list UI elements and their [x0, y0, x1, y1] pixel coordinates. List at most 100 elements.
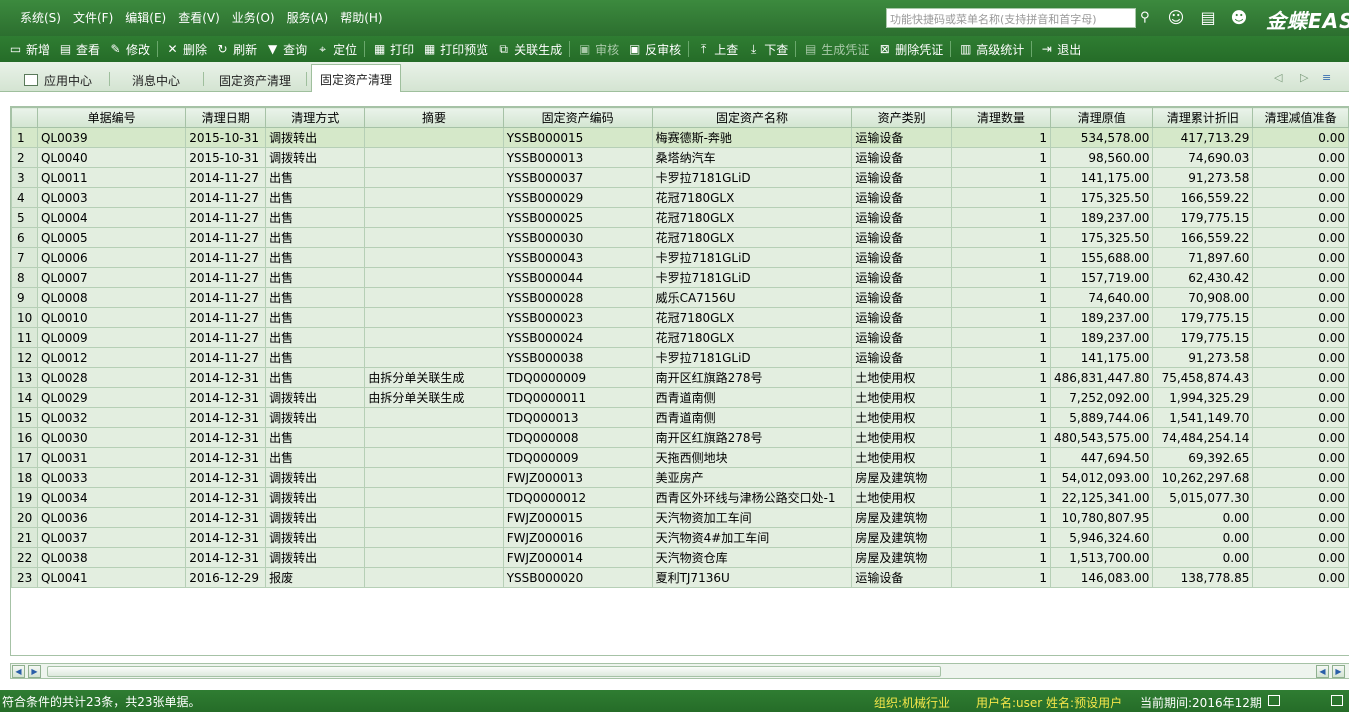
table-cell: QL0032 [36, 407, 187, 428]
toolbar-button[interactable]: ⊠ 删除凭证 [873, 38, 947, 60]
table-row[interactable]: 12 QL0012 2014-11-27 出售 YSSB000038 卡罗拉7181GLi… [11, 347, 1349, 368]
toolbar-button[interactable]: ✕ 删除 [161, 38, 211, 60]
column-header[interactable]: 清理累计折旧 [1152, 107, 1254, 128]
message-icon[interactable]: ▤ [1198, 8, 1218, 28]
table-cell: 0.00 [1252, 467, 1349, 488]
table-row[interactable]: 20 QL0036 2014-12-31 调拨转出 FWJZ000015 天汽物资加工车间… [11, 507, 1349, 528]
table-cell: 0.00 [1252, 127, 1349, 148]
table-cell: 2014-11-27 [185, 287, 267, 308]
table-cell: 南开区红旗路278号 [651, 427, 853, 448]
table-cell: 1 [950, 147, 1052, 168]
table-cell: 1 [950, 247, 1052, 268]
table-row[interactable]: 6 QL0005 2014-11-27 出售 YSSB000030 花冠7180GLX 运输… [11, 227, 1349, 248]
toolbar-button[interactable]: ⧉ 关联生成 [492, 38, 566, 60]
toolbar-button-label: 刷新 [233, 42, 258, 57]
scroll-right-first-icon[interactable]: ▶ [28, 665, 41, 678]
tab-next-icon[interactable]: ▷ [1300, 71, 1308, 84]
scroll-thumb[interactable] [47, 666, 941, 677]
row-number: 9 [11, 287, 38, 308]
table-row[interactable]: 14 QL0029 2014-12-31 调拨转出 由拆分单关联生成 TDQ0000011… [11, 387, 1349, 408]
toolbar-button[interactable]: ⌖ 定位 [311, 38, 361, 60]
column-header[interactable]: 清理数量 [950, 107, 1052, 128]
toolbar-button[interactable]: ⤒ 上查 [692, 38, 742, 60]
column-header[interactable]: 固定资产名称 [651, 107, 853, 128]
table-row[interactable]: 18 QL0033 2014-12-31 调拨转出 FWJZ000013 美亚房产 房屋及建… [11, 467, 1349, 488]
table-row[interactable]: 16 QL0030 2014-12-31 出售 TDQ000008 南开区红旗路278号土… [11, 427, 1349, 448]
tab-label: 消息中心 [132, 74, 181, 88]
table-row[interactable]: 19 QL0034 2014-12-31 调拨转出 TDQ0000012 西青区外环线与津… [11, 487, 1349, 508]
table-cell: QL0038 [36, 547, 187, 568]
table-row[interactable]: 2 QL0040 2015-10-31 调拨转出 YSSB000013 桑塔纳汽车 运输设备… [11, 147, 1349, 168]
tab-fixed-asset-clearance-1[interactable]: 固定资产清理 [219, 67, 291, 92]
column-header[interactable]: 清理方式 [265, 107, 366, 128]
table-cell: 2014-12-31 [185, 507, 267, 528]
menu-item[interactable]: 帮助(H) [334, 9, 388, 26]
table-row[interactable]: 5 QL0004 2014-11-27 出售 YSSB000025 花冠7180GLX 运输… [11, 207, 1349, 228]
toolbar-button[interactable]: ▼ 查询 [261, 38, 311, 60]
tab-prev-icon[interactable]: ◁ [1274, 71, 1282, 84]
table-row[interactable]: 3 QL0011 2014-11-27 出售 YSSB000037 卡罗拉7181GLiD… [11, 167, 1349, 188]
table-row[interactable]: 17 QL0031 2014-12-31 出售 TDQ000009 天拖西侧地块 土地使用权… [11, 447, 1349, 468]
column-header[interactable]: 单据编号 [36, 107, 187, 128]
table-row[interactable]: 22 QL0038 2014-12-31 调拨转出 FWJZ000014 天汽物资仓库 房屋… [11, 547, 1349, 568]
user-avatar-icon[interactable]: ☻ [1229, 8, 1249, 28]
toolbar-button[interactable]: ▣ 审核 [573, 38, 623, 60]
table-row[interactable]: 23 QL0041 2016-12-29 报废 YSSB000020 夏利TJ7136U 运… [11, 567, 1349, 588]
menu-item[interactable]: 文件(F) [67, 9, 119, 26]
smiley-icon[interactable]: ☺ [1166, 8, 1186, 28]
table-row[interactable]: 4 QL0003 2014-11-27 出售 YSSB000029 花冠7180GLX 运输… [11, 187, 1349, 208]
toolbar-button[interactable]: ✎ 修改 [104, 38, 154, 60]
menu-item[interactable]: 查看(V) [172, 9, 226, 26]
column-header[interactable]: 清理减值准备 [1252, 107, 1349, 128]
toolbar-button[interactable]: ▤ 生成凭证 [799, 38, 873, 60]
search-icon[interactable]: ⚲ [1140, 10, 1154, 25]
table-row[interactable]: 11 QL0009 2014-11-27 出售 YSSB000024 花冠7180GLX 运… [11, 327, 1349, 348]
toolbar-separator [1031, 41, 1033, 57]
function-search-input[interactable]: 功能快捷码或菜单名称(支持拼音和首字母) [886, 8, 1136, 28]
table-cell: 1,541,149.70 [1152, 407, 1254, 428]
horizontal-scrollbar[interactable]: ◀ ▶ ◀ ▶ [10, 663, 1349, 679]
column-header[interactable]: 清理原值 [1050, 107, 1154, 128]
toolbar-button[interactable]: ⤓ 下查 [742, 38, 792, 60]
column-header[interactable]: 清理日期 [185, 107, 267, 128]
tab-message-center[interactable]: 消息中心 [132, 67, 180, 92]
column-header[interactable] [11, 107, 38, 128]
menu-item[interactable]: 编辑(E) [119, 9, 172, 26]
scroll-left-first-icon[interactable]: ◀ [12, 665, 25, 678]
tab-fixed-asset-clearance-active[interactable]: 固定资产清理 [311, 64, 402, 92]
menu-item[interactable]: 业务(O) [226, 9, 281, 26]
table-row[interactable]: 8 QL0007 2014-11-27 出售 YSSB000044 卡罗拉7181GLiD… [11, 267, 1349, 288]
menu-item[interactable]: 系统(S) [14, 9, 67, 26]
table-row[interactable]: 7 QL0006 2014-11-27 出售 YSSB000043 卡罗拉7181GLiD… [11, 247, 1349, 268]
calendar-icon[interactable] [1268, 695, 1280, 706]
column-header[interactable]: 固定资产编码 [502, 107, 653, 128]
table-row[interactable]: 21 QL0037 2014-12-31 调拨转出 FWJZ000016 天汽物资4#加工… [11, 527, 1349, 548]
menu-item[interactable]: 服务(A) [281, 9, 335, 26]
tab-bar: 应用中心 消息中心 固定资产清理 固定资产清理 ◁ ▷ ≡ [0, 62, 1349, 92]
table-row[interactable]: 10 QL0010 2014-11-27 出售 YSSB000023 花冠7180GLX 运… [11, 307, 1349, 328]
table-row[interactable]: 1 QL0039 2015-10-31 调拨转出 YSSB000015 梅赛德斯-奔驰 运输… [11, 127, 1349, 148]
scroll-left-icon[interactable]: ◀ [1316, 665, 1329, 678]
table-header-row: 单据编号 清理日期 清理方式 摘要 固定资产编码 固定资产名称 资产类别 清理数量 清理原值 清理… [11, 107, 1349, 128]
toolbar-button[interactable]: ⇥ 退出 [1035, 38, 1085, 60]
tab-application-center[interactable]: 应用中心 [24, 67, 92, 92]
table-cell: 0.00 [1252, 327, 1349, 348]
tab-list-icon[interactable]: ≡ [1322, 71, 1331, 84]
scroll-right-icon[interactable]: ▶ [1332, 665, 1345, 678]
column-header[interactable]: 资产类别 [851, 107, 952, 128]
toolbar-button[interactable]: ▦ 打印 [368, 38, 418, 60]
column-header[interactable]: 摘要 [364, 107, 504, 128]
layout-icon[interactable] [1331, 695, 1343, 706]
row-number: 23 [11, 567, 38, 588]
toolbar-button[interactable]: ↻ 刷新 [211, 38, 261, 60]
toolbar-button[interactable]: ▣ 反审核 [623, 38, 685, 60]
toolbar-button[interactable]: ▦ 打印预览 [418, 38, 492, 60]
exit-icon: ⇥ [1041, 41, 1052, 56]
table-row[interactable]: 13 QL0028 2014-12-31 出售 由拆分单关联生成 TDQ0000009 南开… [11, 367, 1349, 388]
toolbar-button-label: 下查 [764, 42, 789, 57]
toolbar-button[interactable]: ▤ 查看 [54, 38, 104, 60]
toolbar-button[interactable]: ▥ 高级统计 [954, 38, 1028, 60]
table-row[interactable]: 15 QL0032 2014-12-31 调拨转出 TDQ000013 西青道南侧 土地使用… [11, 407, 1349, 428]
table-row[interactable]: 9 QL0008 2014-11-27 出售 YSSB000028 威乐CA7156U 运输… [11, 287, 1349, 308]
toolbar-button[interactable]: ▭ 新增 [4, 38, 54, 60]
